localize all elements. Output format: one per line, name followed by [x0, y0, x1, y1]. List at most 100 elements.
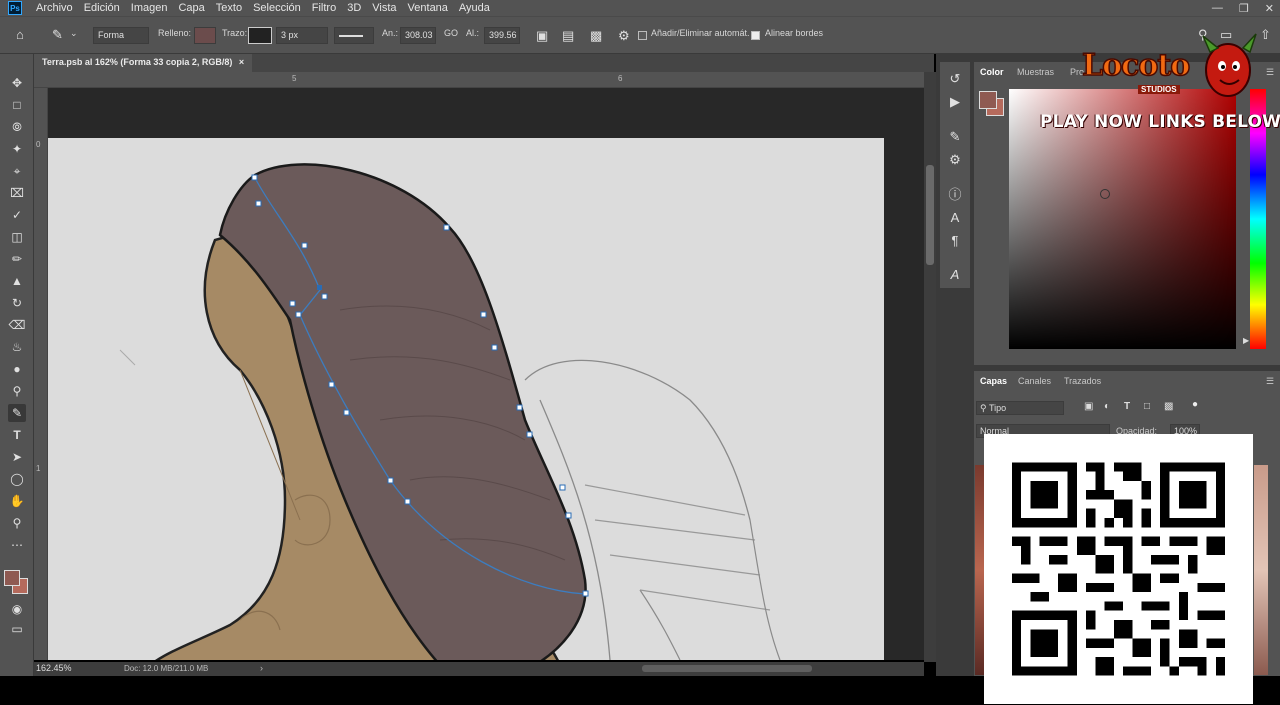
tab-close-icon[interactable]: ×	[239, 57, 244, 67]
paint-bucket-icon[interactable]: ♨	[8, 338, 26, 356]
fill-swatch[interactable]	[194, 27, 216, 44]
hand-icon[interactable]: ✋	[8, 492, 26, 510]
tab-color[interactable]: Color	[980, 67, 1004, 77]
menu-vista[interactable]: Vista	[372, 2, 396, 14]
vertical-scroll-thumb[interactable]	[926, 165, 934, 265]
marquee-icon[interactable]: □	[8, 96, 26, 114]
filter-toggle-icon[interactable]: ●	[1192, 399, 1198, 410]
foreground-color-swatch[interactable]	[4, 570, 20, 586]
minimize-icon[interactable]: —	[1212, 2, 1223, 14]
crop-icon[interactable]: ⌖	[8, 162, 26, 180]
tab-swatches[interactable]: Muestras	[1017, 67, 1054, 77]
menu-imagen[interactable]: Imagen	[131, 2, 168, 14]
frame-icon[interactable]: ⌧	[8, 184, 26, 202]
quick-mask-icon[interactable]: ◉	[8, 600, 26, 618]
menu-3d[interactable]: 3D	[347, 2, 361, 14]
preset-chevron-icon[interactable]: ⌄	[70, 28, 78, 39]
link-icon[interactable]: GO	[444, 28, 458, 38]
color-picker-cursor[interactable]	[1100, 189, 1110, 199]
document-tab-title: Terra.psb al 162% (Forma 33 copia 2, RGB…	[42, 57, 233, 67]
menu-seleccion[interactable]: Selección	[253, 2, 301, 14]
menu-edicion[interactable]: Edición	[84, 2, 120, 14]
tab-layers[interactable]: Capas	[980, 376, 1007, 386]
filter-kind-value: Tipo	[988, 403, 1007, 413]
document-tab[interactable]: Terra.psb al 162% (Forma 33 copia 2, RGB…	[34, 54, 253, 72]
zoom-icon[interactable]: ⚲	[8, 514, 26, 532]
layers-menu-icon[interactable]: ☰	[1266, 376, 1274, 387]
brush-icon[interactable]: ✏	[8, 250, 26, 268]
qr-code[interactable]	[984, 434, 1253, 704]
layer-thumbnail-right[interactable]	[1254, 465, 1268, 675]
filter-pixel-icon[interactable]: ▣	[1084, 401, 1093, 412]
home-icon[interactable]: ⌂	[16, 28, 24, 41]
menu-capa[interactable]: Capa	[178, 2, 204, 14]
restore-icon[interactable]: ❐	[1239, 2, 1249, 15]
brush-settings-icon[interactable]: ✎	[946, 128, 964, 146]
menu-texto[interactable]: Texto	[216, 2, 242, 14]
eyedropper-icon[interactable]: ✓	[8, 206, 26, 224]
eraser-icon[interactable]: ⌫	[8, 316, 26, 334]
dodge-icon[interactable]: ⚲	[8, 382, 26, 400]
healing-icon[interactable]: ◫	[8, 228, 26, 246]
filter-search-icon: ⚲	[980, 403, 989, 413]
gear-icon[interactable]: ⚙	[618, 29, 630, 42]
stroke-width-field[interactable]: 3 px	[276, 27, 328, 44]
path-alignment-icon[interactable]: ▤	[562, 29, 574, 42]
filter-adjustment-icon[interactable]: ◐	[1104, 401, 1110, 412]
panel-foreground-swatch[interactable]	[979, 91, 997, 109]
artwork-canvas[interactable]	[48, 88, 924, 660]
close-window-icon[interactable]: ✕	[1265, 2, 1274, 15]
blur-icon[interactable]: ●	[8, 360, 26, 378]
path-select-icon[interactable]: ➤	[8, 448, 26, 466]
width-field[interactable]: 308.03	[400, 27, 436, 44]
more-icon[interactable]: ⋯	[8, 536, 26, 554]
pen-icon[interactable]: ✎	[8, 404, 26, 422]
history-brush-icon[interactable]: ↻	[8, 294, 26, 312]
align-edges-label: Alinear bordes	[765, 28, 824, 38]
path-arrangement-icon[interactable]: ▩	[590, 29, 602, 42]
photoshop-logo-icon[interactable]: Ps	[8, 1, 22, 15]
auto-add-checkbox[interactable]	[638, 31, 647, 40]
character-icon[interactable]: A	[946, 209, 964, 227]
lasso-icon[interactable]: ⦾	[8, 118, 26, 136]
type-icon[interactable]: T	[8, 426, 26, 444]
mode-select-value: Forma	[98, 30, 125, 40]
filter-type-icon[interactable]: T	[1124, 401, 1130, 412]
menu-ventana[interactable]: Ventana	[408, 2, 448, 14]
ellipse-icon[interactable]: ◯	[8, 470, 26, 488]
tab-channels[interactable]: Canales	[1018, 376, 1051, 386]
magic-wand-icon[interactable]: ✦	[8, 140, 26, 158]
screen-mode-icon[interactable]: ▭	[8, 620, 26, 638]
align-edges-checkbox[interactable]	[751, 31, 760, 40]
actions-panel-icon[interactable]: ▶	[946, 93, 964, 111]
qr-code-image	[984, 434, 1253, 704]
layer-filter-select[interactable]: ⚲ Tipo	[976, 401, 1064, 415]
height-field[interactable]: 399.56	[484, 27, 520, 44]
history-panel-icon[interactable]: ↺	[946, 70, 964, 88]
horizontal-scroll-thumb[interactable]	[642, 665, 812, 672]
filter-shape-icon[interactable]: □	[1144, 401, 1150, 412]
canvas-workspace[interactable]	[48, 88, 924, 660]
pen-tool-preset-icon[interactable]: ✎	[52, 28, 63, 41]
status-arrow-icon[interactable]: ›	[260, 663, 263, 673]
selected-anchor	[317, 285, 322, 290]
tab-paths[interactable]: Trazados	[1064, 376, 1101, 386]
chili-mascot-icon	[1205, 43, 1251, 97]
adjustments-icon[interactable]: ⚙	[946, 151, 964, 169]
mode-select[interactable]: Forma	[93, 27, 149, 44]
paragraph-icon[interactable]: ¶	[946, 232, 964, 250]
zoom-level[interactable]: 162.45%	[36, 663, 72, 673]
menu-ayuda[interactable]: Ayuda	[459, 2, 490, 14]
stroke-swatch[interactable]	[248, 27, 272, 44]
menu-archivo[interactable]: Archivo	[36, 2, 73, 14]
info-icon[interactable]: ⓘ	[946, 186, 964, 204]
filter-smart-icon[interactable]: ▩	[1164, 401, 1173, 412]
stamp-icon[interactable]: ▲	[8, 272, 26, 290]
stroke-type-select[interactable]	[334, 27, 374, 44]
menu-filtro[interactable]: Filtro	[312, 2, 336, 14]
vertical-scrollbar[interactable]	[924, 72, 936, 662]
hue-slider-arrow-icon[interactable]: ▶	[1243, 336, 1249, 345]
move-icon[interactable]: ✥	[8, 74, 26, 92]
path-operations-icon[interactable]: ▣	[536, 29, 548, 42]
glyphs-icon[interactable]: A	[946, 266, 964, 284]
